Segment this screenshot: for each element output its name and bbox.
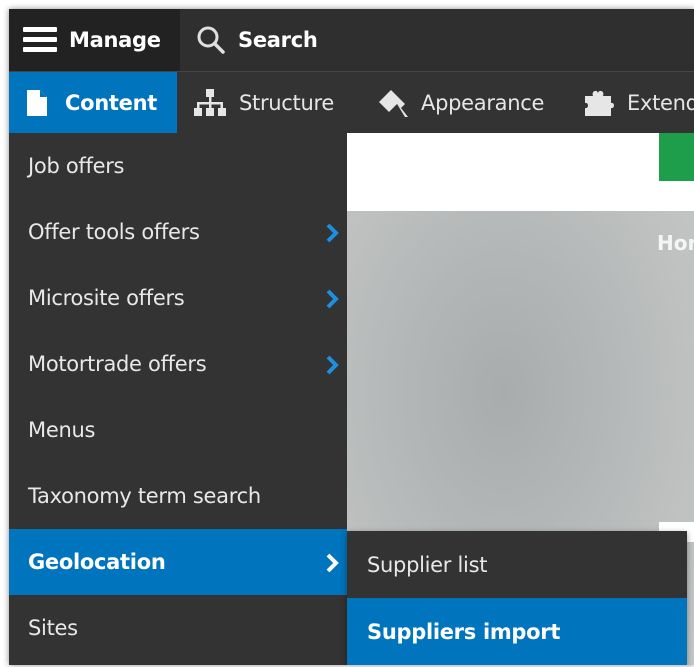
page-header-area [347, 133, 694, 211]
structure-icon [194, 89, 226, 116]
menu-item-sites[interactable]: Sites [9, 595, 347, 661]
tab-extend[interactable]: Extend [583, 72, 694, 134]
menu-item-job-offers[interactable]: Job offers [9, 133, 347, 199]
green-button[interactable] [659, 133, 694, 181]
tab-content[interactable]: Content [9, 72, 177, 134]
menu-item-motortrade-offers[interactable]: Motortrade offers [9, 331, 347, 397]
chevron-right-icon [326, 553, 339, 573]
hamburger-icon [23, 27, 57, 53]
admin-toolbar: Manage Search [9, 9, 694, 71]
tab-structure[interactable]: Structure [177, 72, 334, 134]
menu-item-geolocation[interactable]: Geolocation [9, 529, 347, 595]
hero-heading: Hor [657, 231, 694, 255]
chevron-right-icon [326, 355, 339, 375]
paint-brush-icon [379, 90, 408, 117]
menu-item-taxonomy-term-search[interactable]: Taxonomy term search [9, 463, 347, 529]
submenu-item-suppliers-import[interactable]: Suppliers import [347, 598, 687, 665]
search-label: Search [238, 28, 318, 52]
content-dropdown-menu: Job offers Offer tools offers Microsite … [9, 133, 347, 665]
geolocation-submenu: Supplier list Suppliers import [347, 531, 687, 665]
search-icon [197, 26, 225, 54]
tab-extend-label: Extend [627, 91, 694, 115]
manage-button[interactable]: Manage [9, 9, 180, 71]
manage-label: Manage [69, 28, 161, 52]
browser-viewport: Manage Search Content Structure Appearan… [9, 9, 694, 665]
puzzle-icon [585, 90, 614, 116]
menu-item-menus[interactable]: Menus [9, 397, 347, 463]
search-button[interactable]: Search [180, 9, 318, 71]
toolbar-tray: Content Structure Appearance Extend [9, 71, 694, 134]
chevron-right-icon [326, 289, 339, 309]
chevron-right-icon [326, 223, 339, 243]
tab-appearance[interactable]: Appearance [375, 72, 544, 134]
tab-content-label: Content [65, 91, 157, 115]
document-icon [27, 90, 47, 116]
submenu-item-supplier-list[interactable]: Supplier list [347, 531, 687, 598]
menu-item-microsite-offers[interactable]: Microsite offers [9, 265, 347, 331]
tab-structure-label: Structure [239, 91, 334, 115]
tab-appearance-label: Appearance [421, 91, 545, 115]
menu-item-offer-tools-offers[interactable]: Offer tools offers [9, 199, 347, 265]
